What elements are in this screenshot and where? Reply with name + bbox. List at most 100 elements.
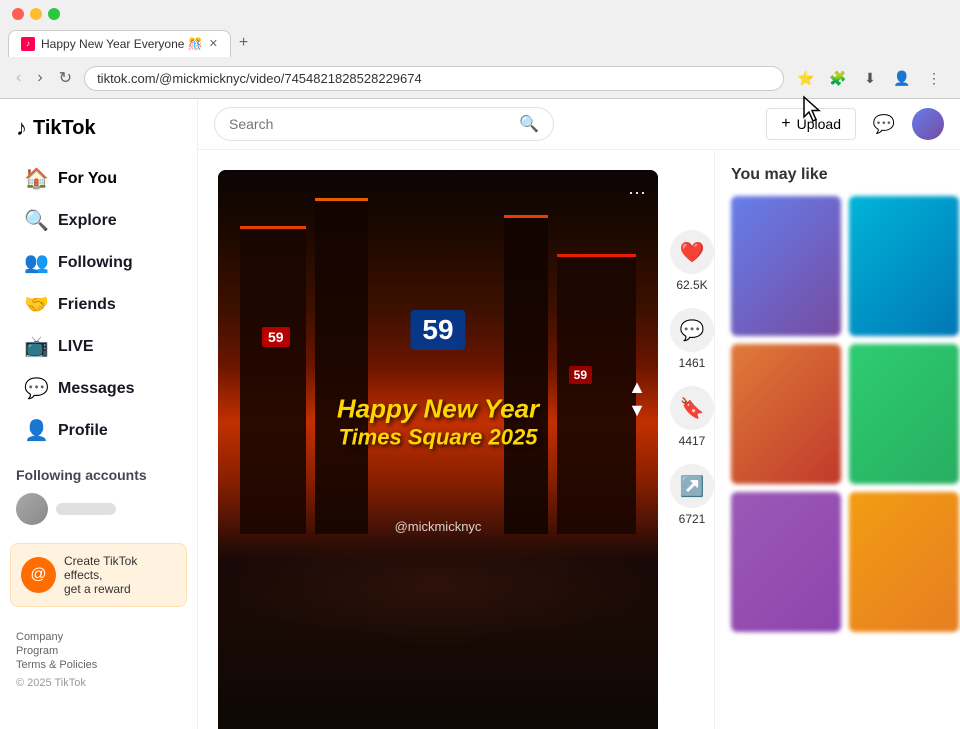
sidebar-item-following[interactable]: 👥 Following [8,242,189,283]
comment-button[interactable]: 💬 1461 [670,308,714,370]
following-avatar [16,493,48,525]
recommended-video-2[interactable] [849,196,959,336]
video-frame: 59 59 59 Happy New Year Times Square 202… [218,170,658,729]
sidebar-item-messages[interactable]: 💬 Messages [8,368,189,409]
address-bar[interactable]: tiktok.com/@mickmicknyc/video/7454821828… [84,66,784,91]
recommended-video-3[interactable] [731,344,841,484]
comment-count: 1461 [679,356,706,370]
active-tab[interactable]: ♪ Happy New Year Everyone 🎊 ✕ [8,30,231,57]
overlay-line1: Happy New Year [337,394,539,425]
sidebar: ♪ TikTok 🏠 For You 🔍 Explore 👥 Following… [0,99,198,729]
user-avatar-header[interactable] [912,108,944,140]
video-feed: 59 59 59 Happy New Year Times Square 202… [198,150,714,729]
close-window-button[interactable] [12,8,24,20]
footer-terms-link[interactable]: Terms & Policies [16,659,181,671]
following-accounts-label: Following accounts [0,459,197,487]
sidebar-item-for-you[interactable]: 🏠 For You [8,158,189,199]
video-scroll-down-button[interactable]: ▼ [628,400,646,421]
address-text: tiktok.com/@mickmicknyc/video/7454821828… [97,71,771,86]
sidebar-item-friends[interactable]: 🤝 Friends [8,284,189,325]
like-icon-circle: ❤️ [670,230,714,274]
like-button[interactable]: ❤️ 62.5K [670,230,714,292]
main-content: 🔍 + Upload 💬 [198,99,960,729]
following-icon: 👥 [24,250,48,275]
video-more-options-button[interactable]: ··· [628,182,646,203]
following-account-item[interactable] [0,487,197,531]
comment-icon-circle: 💬 [670,308,714,352]
sidebar-logo: ♪ TikTok [0,107,197,157]
create-effects-banner[interactable]: @ Create TikTok effects, get a reward [10,543,187,607]
menu-icon[interactable]: ⋮ [920,64,948,92]
video-card: 59 59 59 Happy New Year Times Square 202… [218,170,714,729]
reload-button[interactable]: ↻ [55,64,76,92]
banner-content: Create TikTok effects, get a reward [64,554,176,596]
overlay-line2: Times Square 2025 [337,425,539,451]
header-actions: + Upload 💬 [766,108,944,140]
sidebar-item-label-live: LIVE [58,338,94,356]
explore-icon: 🔍 [24,208,48,233]
bookmark-icon-circle: 🔖 [670,386,714,430]
like-count: 62.5K [676,278,707,292]
you-may-like-title: You may like [731,166,944,184]
banner-text-line1: Create TikTok effects, [64,554,176,582]
toolbar-icons: ⭐ 🧩 ⬇ 👤 ⋮ [792,64,948,92]
browser-tab-bar: ♪ Happy New Year Everyone 🎊 ✕ + [0,28,960,58]
video-scroll-up-button[interactable]: ▲ [628,377,646,398]
maximize-window-button[interactable] [48,8,60,20]
browser-chrome: ♪ Happy New Year Everyone 🎊 ✕ + ‹ › ↻ ti… [0,0,960,99]
sidebar-item-explore[interactable]: 🔍 Explore [8,200,189,241]
effects-icon: @ [21,557,56,593]
browser-toolbar: ‹ › ↻ tiktok.com/@mickmicknyc/video/7454… [0,58,960,98]
messages-header-icon[interactable]: 💬 [868,108,900,140]
extensions-icon[interactable]: 🧩 [824,64,852,92]
browser-titlebar [0,0,960,28]
sidebar-item-label-explore: Explore [58,212,117,230]
messages-icon: 💬 [24,376,48,401]
share-icon-circle: ↗️ [670,464,714,508]
friends-icon: 🤝 [24,292,48,317]
minimize-window-button[interactable] [30,8,42,20]
share-button[interactable]: ↗️ 6721 [670,464,714,526]
sidebar-item-live[interactable]: 📺 LIVE [8,326,189,367]
back-button[interactable]: ‹ [12,65,25,91]
recommended-video-1[interactable] [731,196,841,336]
recommended-grid [731,196,944,632]
search-bar[interactable]: 🔍 [214,107,554,141]
forward-button[interactable]: › [33,65,46,91]
tiktok-logo-icon: ♪ [16,115,27,141]
sidebar-footer: Company Program Terms & Policies © 2025 … [0,619,197,703]
app-container: ♪ TikTok 🏠 For You 🔍 Explore 👥 Following… [0,99,960,729]
tiktok-logo-text: TikTok [33,117,96,140]
download-icon[interactable]: ⬇ [856,64,884,92]
sidebar-item-label-following: Following [58,254,133,272]
bookmark-button[interactable]: 🔖 4417 [670,386,714,448]
upload-label: Upload [797,116,841,132]
tab-close-button[interactable]: ✕ [209,37,218,50]
countdown-number: 59 [422,314,453,345]
search-input[interactable] [229,116,511,132]
banner-text-line2: get a reward [64,582,176,596]
upload-icon: + [781,115,790,133]
upload-button[interactable]: + Upload [766,108,856,140]
home-icon: 🏠 [24,166,48,191]
right-panel: You may like [714,150,960,729]
profile-icon[interactable]: 👤 [888,64,916,92]
sidebar-item-label-for-you: For You [58,170,117,188]
profile-icon: 👤 [24,418,48,443]
video-actions: ❤️ 62.5K 💬 1461 🔖 4417 ↗️ [670,170,714,729]
footer-company-link[interactable]: Company [16,631,181,643]
new-tab-button[interactable]: + [231,28,256,58]
share-count: 6721 [679,512,706,526]
countdown-display: 59 [410,310,465,350]
recommended-video-6[interactable] [849,492,959,632]
footer-program-link[interactable]: Program [16,645,181,657]
following-username [56,503,116,515]
sidebar-item-profile[interactable]: 👤 Profile [8,410,189,451]
sidebar-item-label-messages: Messages [58,380,135,398]
recommended-video-5[interactable] [731,492,841,632]
bookmark-icon[interactable]: ⭐ [792,64,820,92]
recommended-video-4[interactable] [849,344,959,484]
app-header: 🔍 + Upload 💬 [198,99,960,150]
traffic-lights [12,8,60,20]
video-overlay-text: Happy New Year Times Square 2025 [337,394,539,451]
